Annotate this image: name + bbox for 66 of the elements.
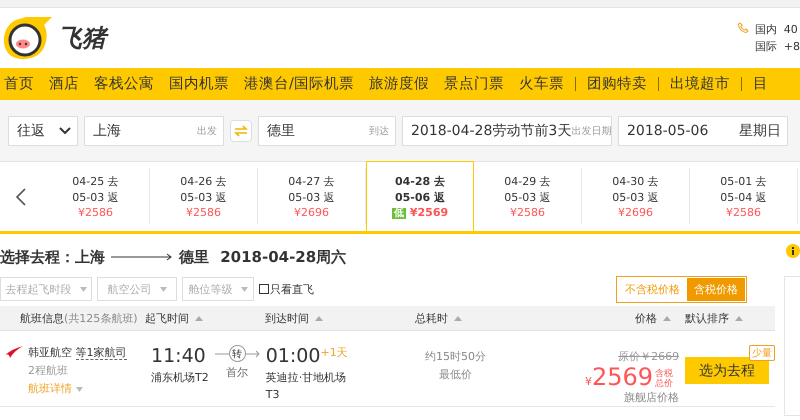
arrow-icon — [246, 350, 260, 358]
route-label: 选择去程：上海 — [0, 248, 105, 266]
lowest-price-note: 最低价 — [439, 367, 472, 382]
transfer-city: 首尔 — [226, 365, 248, 380]
caret-icon — [240, 286, 248, 292]
airline-name: 韩亚航空 等1家航司 — [28, 345, 126, 360]
limited-stock-tag: 少量 — [749, 345, 776, 361]
flight-type: 2程航班 — [28, 363, 69, 378]
nav-link[interactable]: 出境超市 — [658, 77, 741, 91]
select-departure-button[interactable]: 选为去程 — [685, 357, 770, 384]
logo-text[interactable]: 飞猪 — [58, 22, 106, 54]
price-note: 含税总价 — [655, 369, 674, 389]
total-duration: 约15时50分 — [425, 349, 486, 364]
nav-link[interactable]: 国内机票 — [165, 77, 240, 91]
nav-link[interactable]: 酒店 — [45, 77, 90, 91]
departure-time: 11:40 — [151, 345, 207, 367]
caret-icon — [160, 286, 166, 292]
swap-button[interactable] — [230, 120, 252, 142]
direct-only-checkbox[interactable]: 只看直飞 — [259, 282, 314, 296]
caret-icon — [80, 286, 86, 292]
pig-logo-icon — [2, 15, 54, 61]
sort-icon[interactable] — [315, 316, 323, 320]
transfer-badge: 转 — [228, 345, 246, 362]
column-header[interactable]: 起飞时间 — [145, 310, 189, 326]
chevron-left-icon[interactable] — [16, 188, 26, 206]
nav-link[interactable]: 旅游度假 — [364, 77, 440, 91]
column-header[interactable]: 到达时间 — [265, 310, 309, 326]
nav-link[interactable]: 火车票 — [514, 77, 575, 91]
caret-icon — [76, 387, 82, 392]
route-destination: 德里 — [179, 248, 209, 266]
price: ¥2569 — [585, 365, 654, 389]
departure-city-field[interactable]: 上海 出发 — [84, 116, 224, 146]
sort-icon[interactable] — [663, 316, 671, 320]
nav-link[interactable]: 目 — [740, 77, 779, 91]
sort-icon[interactable] — [454, 316, 462, 320]
column-header[interactable]: 默认排序 — [685, 310, 729, 326]
trip-type-select[interactable]: 往返 — [8, 116, 78, 146]
nav-link[interactable]: 港澳台/国际机票 — [240, 77, 365, 91]
column-header[interactable]: 总耗时 — [415, 310, 448, 326]
chevron-down-icon — [59, 126, 71, 134]
column-header: 航班信息(共125条航班) — [20, 310, 138, 326]
nav-link[interactable]: 团购特卖 — [574, 77, 658, 91]
route-date: 2018-04-28周六 — [219, 248, 346, 266]
phone-icon — [738, 22, 749, 33]
connector-line — [214, 352, 229, 354]
original-price: 原价￥2669 — [618, 349, 680, 364]
swap-icon — [234, 124, 248, 136]
flagship-price-label: 旗舰店价格 — [624, 390, 680, 405]
airline-logo-icon — [4, 345, 24, 359]
sort-icon[interactable] — [735, 316, 743, 320]
sort-icon[interactable] — [195, 316, 203, 320]
route-arrow-icon — [111, 253, 173, 261]
column-header[interactable]: 价格 — [635, 310, 657, 326]
nav-link[interactable]: 首页 — [0, 77, 45, 91]
departure-airport: 浦东机场T2 — [151, 370, 209, 385]
arrival-terminal: T3 — [266, 388, 280, 401]
departure-date-field[interactable]: 2018-04-28劳动节前3天出发日期 — [402, 116, 612, 146]
date-option[interactable]: 04-28 去 05-06 返 低 ¥2569 — [366, 161, 474, 231]
phone-number: 国际 +8 — [754, 39, 800, 54]
nav-link[interactable]: 景点门票 — [440, 77, 515, 91]
arrival-city-field[interactable]: 德里 到达 — [258, 116, 396, 146]
phone-number: 国内 40 — [754, 22, 799, 37]
nav-link[interactable]: 客栈公寓 — [90, 77, 165, 91]
arrival-airport: 英迪拉·甘地机场 — [266, 370, 348, 385]
return-date-field[interactable]: 2018-05-06 星期日 — [618, 116, 788, 146]
info-icon — [786, 244, 800, 258]
